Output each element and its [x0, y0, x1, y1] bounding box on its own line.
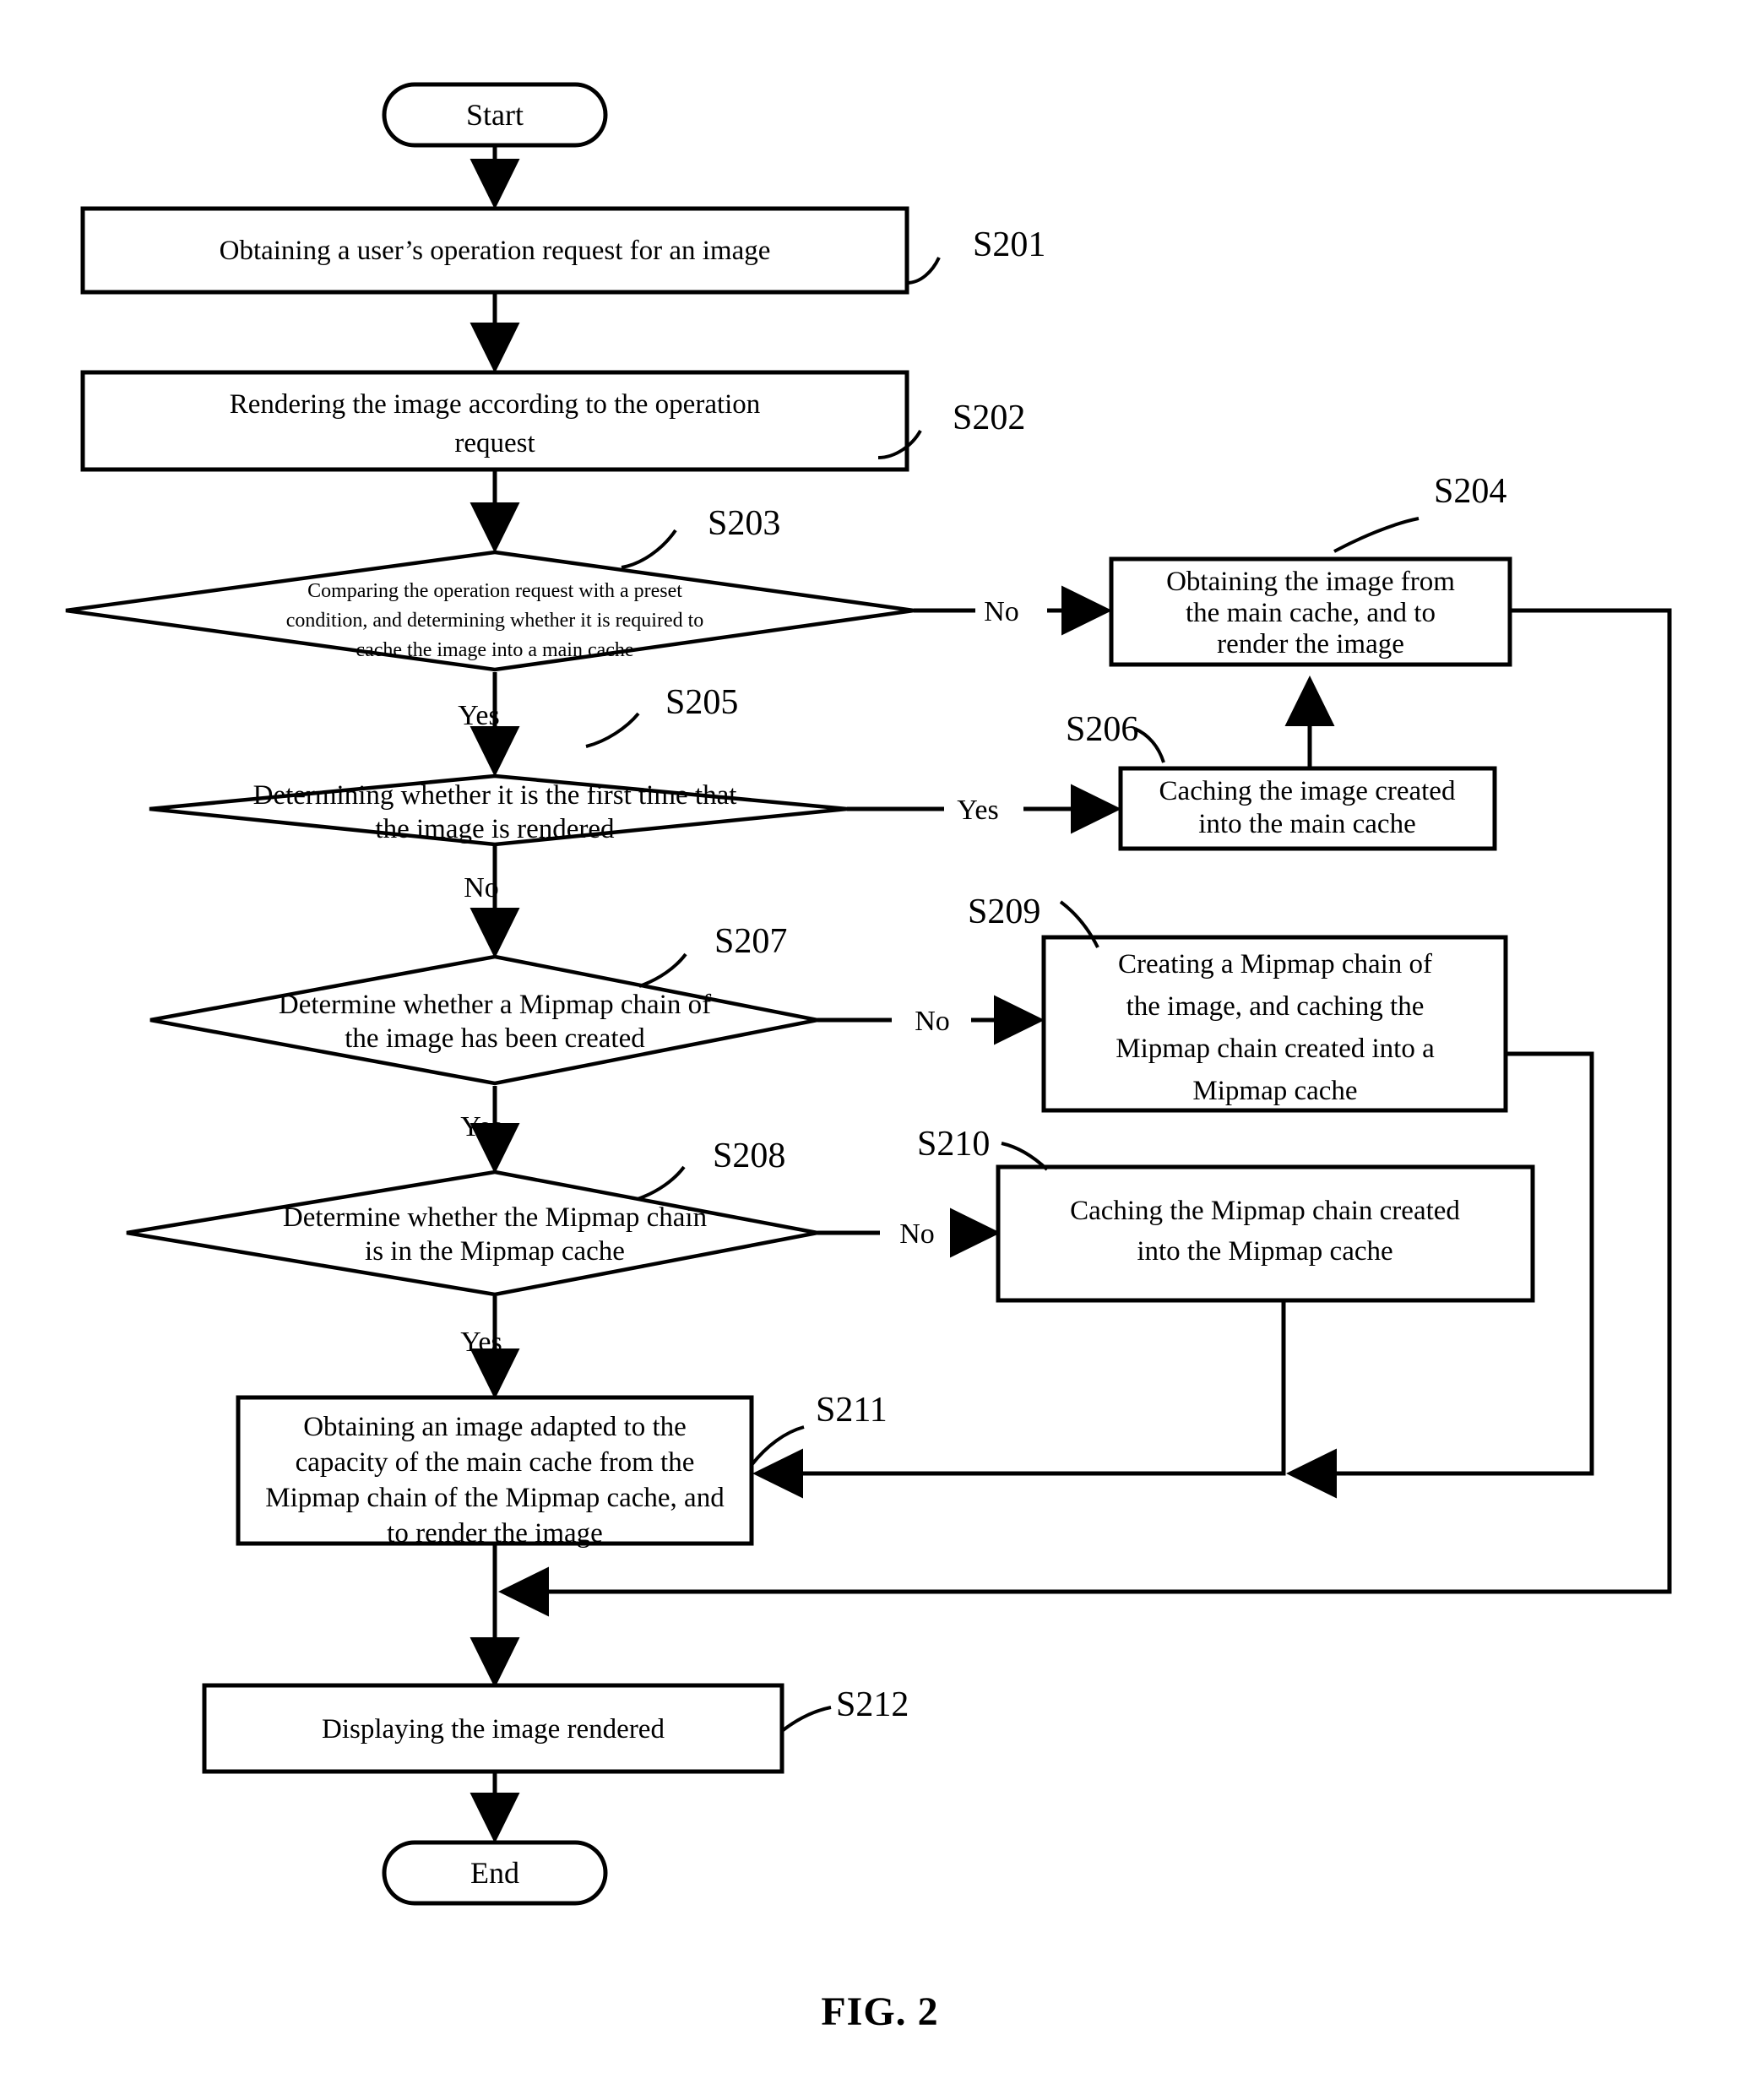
- s210-line-2: into the Mipmap cache: [1137, 1236, 1392, 1267]
- s211-line-4: to render the image: [387, 1518, 603, 1549]
- s203-tag-label: S203: [708, 504, 780, 543]
- node-start: Start: [382, 82, 608, 148]
- step-tag-s203: S203: [621, 504, 780, 569]
- node-s210: Caching the Mipmap chain created into th…: [996, 1164, 1535, 1303]
- node-s201: Obtaining a user’s operation request for…: [80, 206, 909, 295]
- s210-line-1: Caching the Mipmap chain created: [1070, 1196, 1460, 1226]
- s206-tag-label: S206: [1066, 710, 1138, 749]
- s204-line-1: Obtaining the image from: [1166, 567, 1455, 597]
- node-s205: Determining whether it is the first time…: [149, 773, 848, 847]
- s211-tag-label: S211: [816, 1391, 888, 1430]
- node-s203: Comparing the operation request with a p…: [65, 550, 915, 672]
- s204-line-3: render the image: [1217, 629, 1404, 659]
- s205-tag-label: S205: [665, 683, 738, 722]
- node-s208: Determine whether the Mipmap chain is in…: [126, 1169, 818, 1297]
- branch-label-s203-yes: Yes: [458, 700, 499, 731]
- branch-label-s207-no: No: [915, 1006, 950, 1037]
- s212-line-1: Displaying the image rendered: [322, 1714, 665, 1745]
- end-label: End: [470, 1856, 519, 1890]
- s204-tag-label: S204: [1434, 472, 1506, 511]
- s209-line-3: Mipmap chain created into a: [1116, 1034, 1435, 1064]
- branch-label-s208-yes: Yes: [460, 1327, 502, 1358]
- step-tag-s211: S211: [750, 1391, 888, 1467]
- node-s211: Obtaining an image adapted to the capaci…: [236, 1395, 754, 1549]
- node-s202: Rendering the image according to the ope…: [80, 370, 909, 472]
- node-end: End: [382, 1840, 608, 1906]
- node-s212: Displaying the image rendered: [202, 1683, 784, 1774]
- edge-s210-to-s211: [752, 1300, 1286, 1499]
- s202-line-1: Rendering the image according to the ope…: [230, 389, 761, 420]
- s211-line-3: Mipmap chain of the Mipmap cache, and: [265, 1483, 725, 1513]
- s207-line-2: the image has been created: [345, 1023, 645, 1054]
- s208-tag-label: S208: [713, 1137, 785, 1175]
- s209-line-4: Mipmap cache: [1192, 1076, 1357, 1106]
- s206-line-1: Caching the image created: [1159, 776, 1456, 806]
- s201-tag-label: S201: [973, 225, 1045, 264]
- s202-line-2: request: [454, 428, 535, 459]
- branch-label-s205-no: No: [464, 872, 499, 903]
- s203-line-3: cache the image into a main cache: [356, 639, 633, 661]
- branch-label-s205-yes: Yes: [957, 795, 998, 826]
- flowchart-figure: Start Obtaining a user’s operation reque…: [0, 0, 1748, 2100]
- s204-line-2: the main cache, and to: [1186, 598, 1436, 628]
- s212-tag-label: S212: [836, 1685, 909, 1724]
- s209-tag-label: S209: [968, 893, 1040, 931]
- s207-line-1: Determine whether a Mipmap chain of: [279, 990, 711, 1020]
- s202-tag-label: S202: [953, 399, 1025, 437]
- step-tag-s212: S212: [780, 1685, 909, 1733]
- s206-line-2: into the main cache: [1198, 809, 1415, 839]
- s203-line-1: Comparing the operation request with a p…: [307, 580, 682, 602]
- s211-line-2: capacity of the main cache from the: [296, 1447, 695, 1478]
- step-tag-s208: S208: [637, 1137, 785, 1201]
- s203-line-2: condition, and determining whether it is…: [286, 610, 704, 632]
- node-s204: Obtaining the image from the main cache,…: [1109, 556, 1512, 667]
- s205-line-2: the image is rendered: [375, 814, 615, 844]
- node-s207: Determine whether a Mipmap chain of the …: [149, 954, 818, 1086]
- s209-line-2: the image, and caching the: [1126, 991, 1425, 1022]
- s201-line-1: Obtaining a user’s operation request for…: [220, 236, 771, 266]
- s209-line-1: Creating a Mipmap chain of: [1118, 949, 1432, 979]
- step-tag-s205: S205: [585, 683, 738, 748]
- s210-tag-label: S210: [917, 1125, 990, 1164]
- s208-line-2: is in the Mipmap cache: [365, 1236, 625, 1267]
- s207-tag-label: S207: [714, 922, 787, 961]
- branch-label-s208-no: No: [899, 1218, 935, 1250]
- start-label: Start: [466, 98, 524, 132]
- step-tag-s206: S206: [1066, 710, 1165, 763]
- node-s206: Caching the image created into the main …: [1118, 766, 1497, 851]
- s208-line-1: Determine whether the Mipmap chain: [283, 1202, 707, 1233]
- s205-line-1: Determining whether it is the first time…: [253, 780, 737, 811]
- step-tag-s201: S201: [906, 225, 1045, 285]
- branch-label-s207-yes: Yes: [460, 1111, 502, 1142]
- step-tag-s207: S207: [638, 922, 787, 988]
- step-tag-s210: S210: [917, 1125, 1049, 1171]
- branch-label-s203-no: No: [984, 596, 1019, 627]
- figure-caption: FIG. 2: [821, 1989, 938, 2034]
- node-s209: Creating a Mipmap chain of the image, an…: [1041, 935, 1508, 1113]
- s211-line-1: Obtaining an image adapted to the: [303, 1412, 687, 1442]
- step-tag-s204: S204: [1333, 472, 1506, 553]
